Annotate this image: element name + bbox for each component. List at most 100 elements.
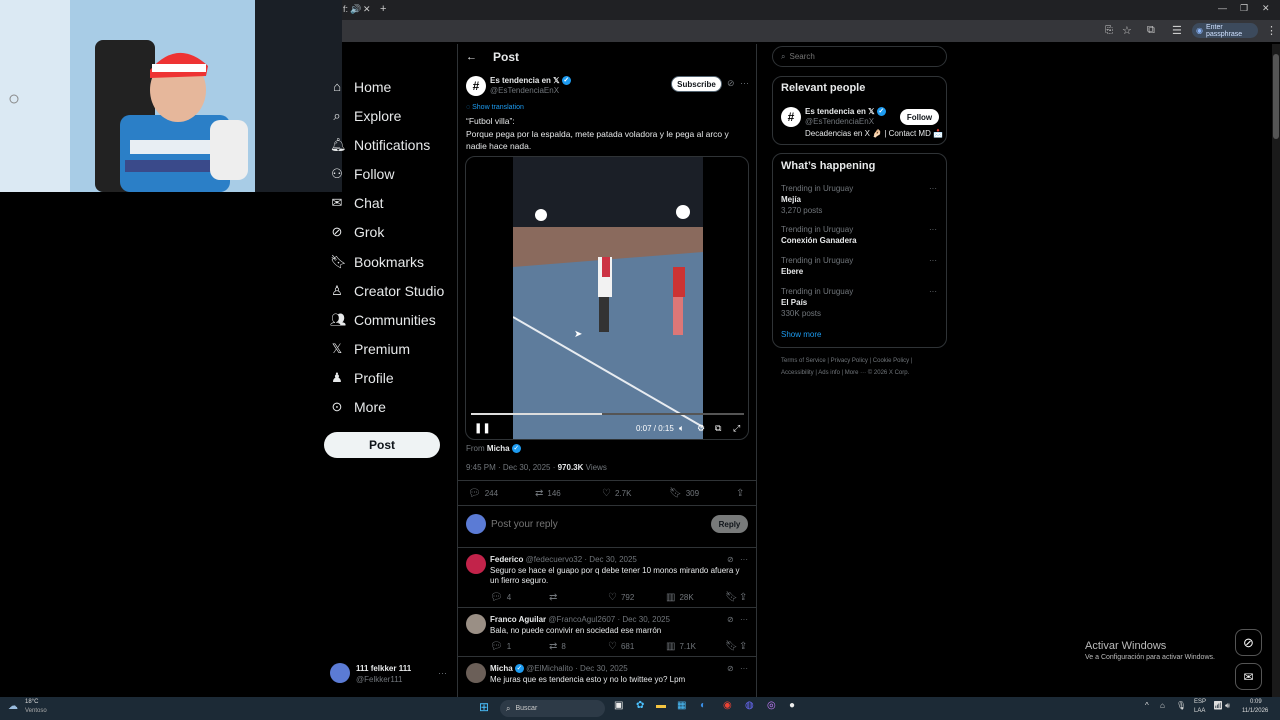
reply-reply-action[interactable]: 💬︎ 1 bbox=[490, 641, 511, 652]
reply-share-action[interactable]: ⇪ bbox=[739, 592, 751, 603]
reply-views-action[interactable]: ▥ 7.1K bbox=[666, 641, 696, 652]
reply-action[interactable]: 💬︎ 244 bbox=[468, 488, 498, 499]
trend-item[interactable]: Trending in Uruguay Mejía 3,270 posts bbox=[781, 184, 941, 215]
sidebar-item-premium[interactable]: 𝕏 Premium bbox=[330, 335, 410, 363]
reply-share-action[interactable]: ⇪ bbox=[739, 641, 751, 652]
relevant-person-name[interactable]: Es tendencia en 𝕏 ✓ bbox=[805, 107, 886, 117]
trend-more-icon[interactable]: ··· bbox=[929, 184, 937, 193]
reply-views-action[interactable]: ▥ 28K bbox=[666, 592, 694, 603]
reply-like-action[interactable]: ♡ 681 bbox=[608, 641, 634, 652]
discord-icon[interactable]: ◍ bbox=[745, 700, 754, 711]
grok-explain-icon[interactable]: ⊘ bbox=[727, 664, 734, 673]
back-arrow-icon[interactable]: ← bbox=[466, 51, 477, 63]
reply-like-action[interactable]: ♡ 792 bbox=[608, 592, 634, 603]
reply-avatar[interactable] bbox=[466, 614, 486, 634]
file-explorer-icon[interactable]: ▬ bbox=[656, 700, 666, 711]
volume-icon[interactable]: 🔈︎ bbox=[679, 423, 684, 434]
video-player[interactable]: ❚❚ 0:07 / 0:15 🔈︎ ⚙ ⧉ ⤢ bbox=[465, 156, 749, 440]
relevant-person-avatar[interactable]: # bbox=[781, 107, 801, 127]
tab-close-icon[interactable]: ✕ bbox=[363, 4, 371, 15]
reply-avatar[interactable] bbox=[466, 663, 486, 683]
messages-float-button[interactable]: ✉ bbox=[1235, 663, 1262, 690]
windows-start-icon[interactable]: ⊞ bbox=[479, 700, 489, 714]
clock-date[interactable]: 11/1/2026 bbox=[1242, 708, 1268, 714]
trend-item[interactable]: Trending in Uruguay El País 330K posts bbox=[781, 287, 941, 318]
sidebar-item-notifications[interactable]: 🔔︎ Notifications bbox=[330, 131, 430, 159]
pip-icon[interactable]: ⧉ bbox=[715, 423, 721, 434]
task-view-icon[interactable]: ▣ bbox=[614, 700, 623, 711]
reply-author-name[interactable]: Franco Aguilar bbox=[490, 615, 546, 624]
sidebar-item-explore[interactable]: ⌕ Explore bbox=[330, 102, 401, 130]
trend-more-icon[interactable]: ··· bbox=[929, 287, 937, 296]
volume-tray-icon[interactable]: 🔊︎ bbox=[1225, 701, 1230, 711]
app-icon[interactable]: ◎ bbox=[767, 700, 776, 711]
passphrase-chip[interactable]: ◉ Enter passphrase bbox=[1192, 23, 1258, 38]
reply-reply-action[interactable]: 💬︎ 4 bbox=[490, 592, 511, 603]
pause-icon[interactable]: ❚❚ bbox=[474, 423, 491, 434]
minimize-button[interactable]: — bbox=[1218, 3, 1227, 13]
post-button[interactable]: Post bbox=[324, 432, 440, 458]
from-name[interactable]: Micha bbox=[487, 444, 510, 453]
weather-icon[interactable]: ☁ bbox=[8, 701, 18, 712]
author-name[interactable]: Es tendencia en 𝕏 ✓ bbox=[490, 76, 571, 86]
share-action[interactable]: ⇪ bbox=[736, 488, 748, 499]
sidebar-item-chat[interactable]: ✉ Chat bbox=[330, 189, 384, 217]
reply-input[interactable] bbox=[491, 514, 691, 534]
reply-more-icon[interactable]: ··· bbox=[740, 664, 748, 673]
reply-author-name[interactable]: Micha bbox=[490, 664, 513, 673]
install-icon[interactable]: ⎘ bbox=[1105, 25, 1113, 36]
bookmark-action[interactable]: 🔖︎ 309 bbox=[669, 488, 699, 499]
trend-more-icon[interactable]: ··· bbox=[929, 225, 937, 234]
sidebar-item-home[interactable]: ⌂ Home bbox=[330, 73, 391, 101]
show-translation-link[interactable]: ◌ Show translation bbox=[466, 104, 524, 111]
sidebar-item-bookmarks[interactable]: 🔖︎ Bookmarks bbox=[330, 248, 424, 276]
reply-repost-action[interactable]: ⇄ bbox=[549, 592, 561, 603]
chrome-icon[interactable]: ◉ bbox=[723, 700, 732, 711]
trend-item[interactable]: Trending in Uruguay Ebere bbox=[781, 256, 941, 276]
mic-icon[interactable]: 🎙︎ bbox=[1176, 701, 1186, 710]
sidebar-item-grok[interactable]: ⊘ Grok bbox=[330, 218, 385, 246]
tray-chevron-icon[interactable]: ^ bbox=[1145, 701, 1149, 710]
extensions-icon[interactable]: ⧉ bbox=[1147, 24, 1155, 37]
reply-more-icon[interactable]: ··· bbox=[740, 555, 748, 564]
reply-more-icon[interactable]: ··· bbox=[740, 615, 748, 624]
obs-icon[interactable]: ● bbox=[789, 700, 795, 711]
clock-time[interactable]: 0:09 bbox=[1250, 699, 1262, 705]
browser-menu-icon[interactable]: ⋮ bbox=[1266, 24, 1277, 37]
taskbar-search[interactable]: ⌕ Buscar bbox=[500, 700, 605, 717]
grok-explain-icon[interactable]: ⊘ bbox=[727, 78, 735, 89]
network-icon[interactable]: ⌂ bbox=[1160, 701, 1165, 710]
post-more-icon[interactable]: ··· bbox=[740, 78, 749, 88]
subscribe-button[interactable]: Subscribe bbox=[671, 76, 722, 92]
sidebar-item-profile[interactable]: ♟ Profile bbox=[330, 364, 394, 392]
author-handle[interactable]: @EsTendenciaEnX bbox=[490, 86, 559, 95]
grok-explain-icon[interactable]: ⊘ bbox=[727, 555, 734, 564]
language-code[interactable]: ESP bbox=[1194, 699, 1206, 705]
fullscreen-icon[interactable]: ⤢ bbox=[733, 423, 740, 434]
new-tab-button[interactable]: + bbox=[380, 3, 386, 15]
scrollbar[interactable] bbox=[1272, 44, 1280, 697]
reply-author-name[interactable]: Federico bbox=[490, 555, 523, 564]
sidebar-item-follow[interactable]: ⚇ Follow bbox=[330, 160, 394, 188]
settings-icon[interactable]: ⚙ bbox=[697, 423, 705, 434]
footer-links[interactable]: Terms of Service | Privacy Policy | Cook… bbox=[781, 358, 912, 364]
search-input[interactable] bbox=[789, 52, 930, 61]
reply-button[interactable]: Reply bbox=[711, 515, 748, 533]
wifi-icon[interactable]: 📶︎ bbox=[1213, 701, 1223, 710]
reply-repost-action[interactable]: ⇄ 8 bbox=[549, 641, 566, 652]
store-icon[interactable]: ▦ bbox=[677, 700, 686, 711]
grok-float-button[interactable]: ⊘ bbox=[1235, 629, 1262, 656]
repost-action[interactable]: ⇄ 146 bbox=[535, 488, 561, 499]
star-icon[interactable]: ☆ bbox=[1122, 24, 1132, 37]
footer-links[interactable]: Accessibility | Ads info | More ··· © 20… bbox=[781, 370, 909, 376]
account-avatar[interactable] bbox=[330, 663, 350, 683]
scrollbar-thumb[interactable] bbox=[1273, 54, 1279, 139]
trend-item[interactable]: Trending in Uruguay Conexión Ganadera bbox=[781, 225, 941, 245]
follow-button[interactable]: Follow bbox=[900, 109, 939, 125]
trend-more-icon[interactable]: ··· bbox=[929, 256, 937, 265]
like-action[interactable]: ♡ 2.7K bbox=[602, 488, 631, 499]
search-box[interactable]: ⌕ bbox=[772, 46, 947, 67]
reply-avatar[interactable] bbox=[466, 554, 486, 574]
edge-icon[interactable]: ◐ bbox=[700, 700, 706, 711]
maximize-button[interactable]: ❐ bbox=[1240, 3, 1248, 14]
